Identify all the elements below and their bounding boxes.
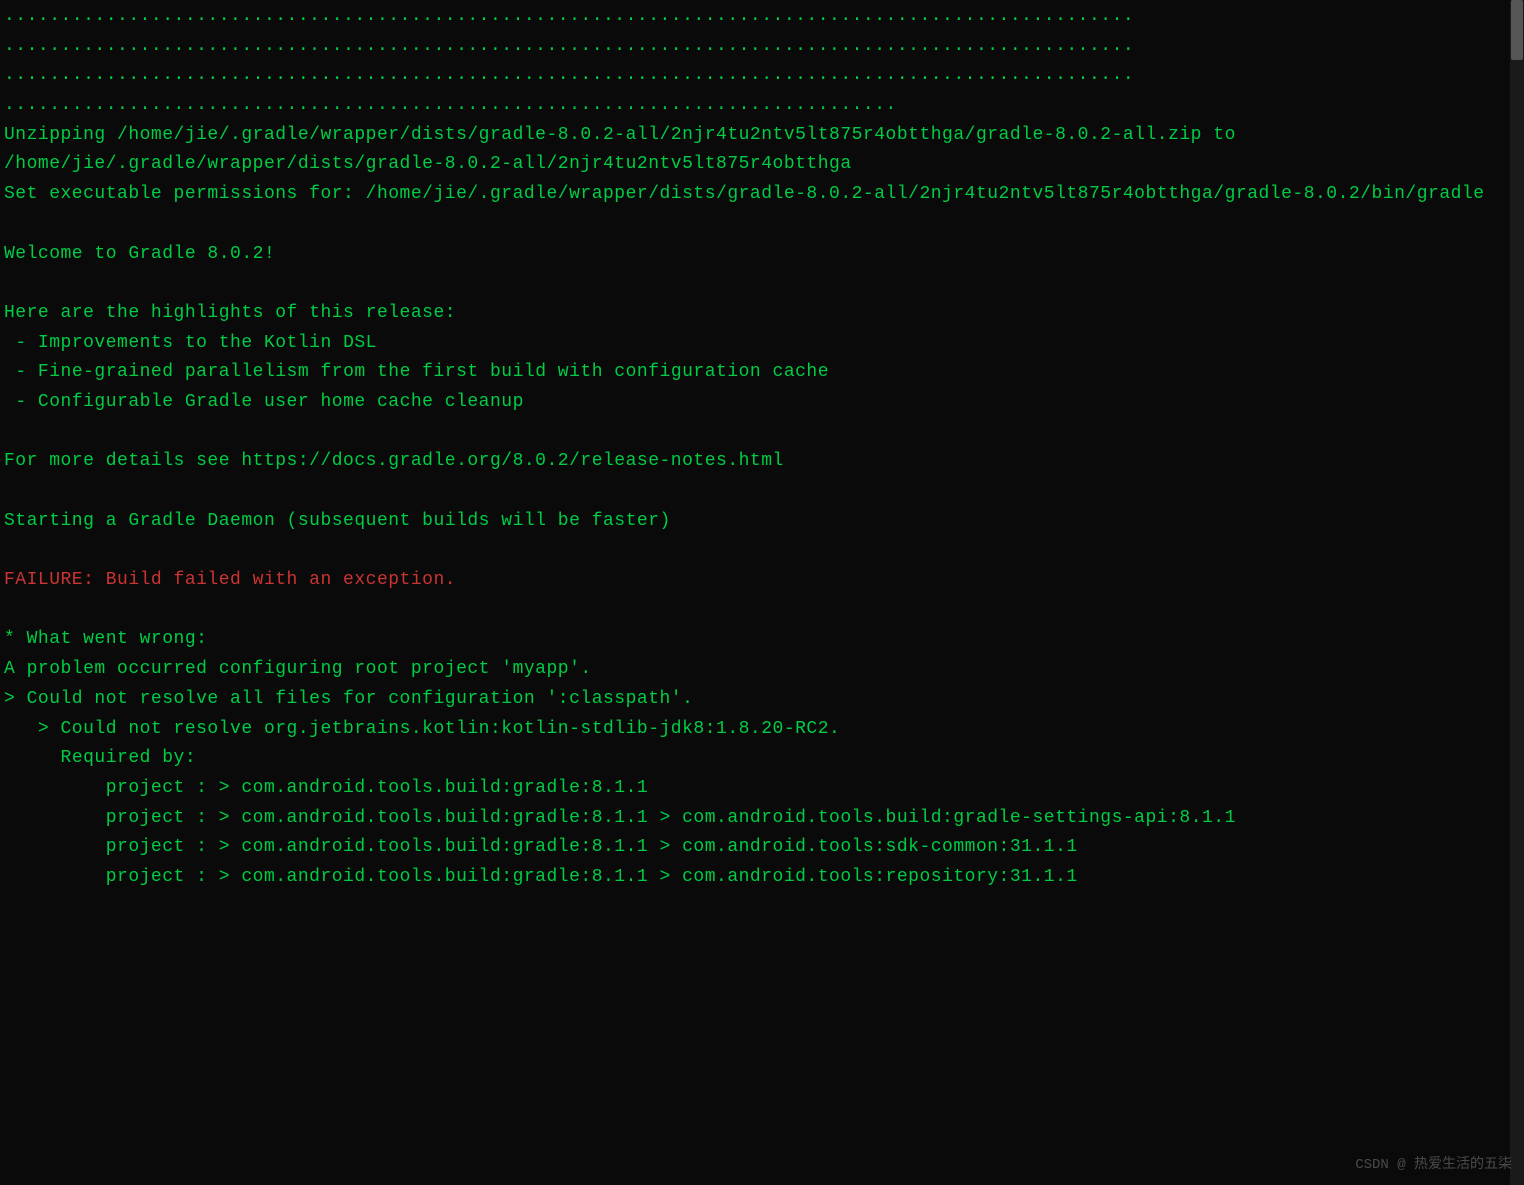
terminal-line: ........................................…	[4, 32, 1520, 62]
terminal-line: > Could not resolve all files for config…	[4, 685, 1520, 715]
terminal-line	[4, 596, 1520, 626]
scrollbar-track	[1510, 0, 1524, 1185]
terminal-line	[4, 477, 1520, 507]
terminal-line: - Fine-grained parallelism from the firs…	[4, 358, 1520, 388]
terminal-line: Set executable permissions for: /home/ji…	[4, 180, 1520, 210]
terminal-line	[4, 210, 1520, 240]
terminal-line: > Could not resolve org.jetbrains.kotlin…	[4, 715, 1520, 745]
scrollbar-thumb[interactable]	[1511, 0, 1523, 60]
terminal-line: FAILURE: Build failed with an exception.	[4, 566, 1520, 596]
terminal-line: project : > com.android.tools.build:grad…	[4, 774, 1520, 804]
terminal-line	[4, 269, 1520, 299]
terminal-line: For more details see https://docs.gradle…	[4, 447, 1520, 477]
terminal-line: ........................................…	[4, 2, 1520, 32]
terminal-line: Required by:	[4, 744, 1520, 774]
terminal-line: ........................................…	[4, 61, 1520, 91]
terminal-line: project : > com.android.tools.build:grad…	[4, 804, 1520, 834]
terminal-line: project : > com.android.tools.build:grad…	[4, 833, 1520, 863]
terminal-line: project : > com.android.tools.build:grad…	[4, 863, 1520, 893]
terminal-line	[4, 418, 1520, 448]
terminal-line: ........................................…	[4, 91, 1520, 121]
terminal-line: Welcome to Gradle 8.0.2!	[4, 240, 1520, 270]
terminal-line: - Configurable Gradle user home cache cl…	[4, 388, 1520, 418]
terminal-line	[4, 536, 1520, 566]
terminal-line: Here are the highlights of this release:	[4, 299, 1520, 329]
terminal-output[interactable]: ........................................…	[0, 0, 1524, 895]
watermark: CSDN @ 热爱生活的五柒	[1355, 1154, 1512, 1177]
terminal-line: A problem occurred configuring root proj…	[4, 655, 1520, 685]
terminal-line: Starting a Gradle Daemon (subsequent bui…	[4, 507, 1520, 537]
terminal-line: Unzipping /home/jie/.gradle/wrapper/dist…	[4, 121, 1520, 180]
terminal-line: * What went wrong:	[4, 625, 1520, 655]
terminal-line: - Improvements to the Kotlin DSL	[4, 329, 1520, 359]
